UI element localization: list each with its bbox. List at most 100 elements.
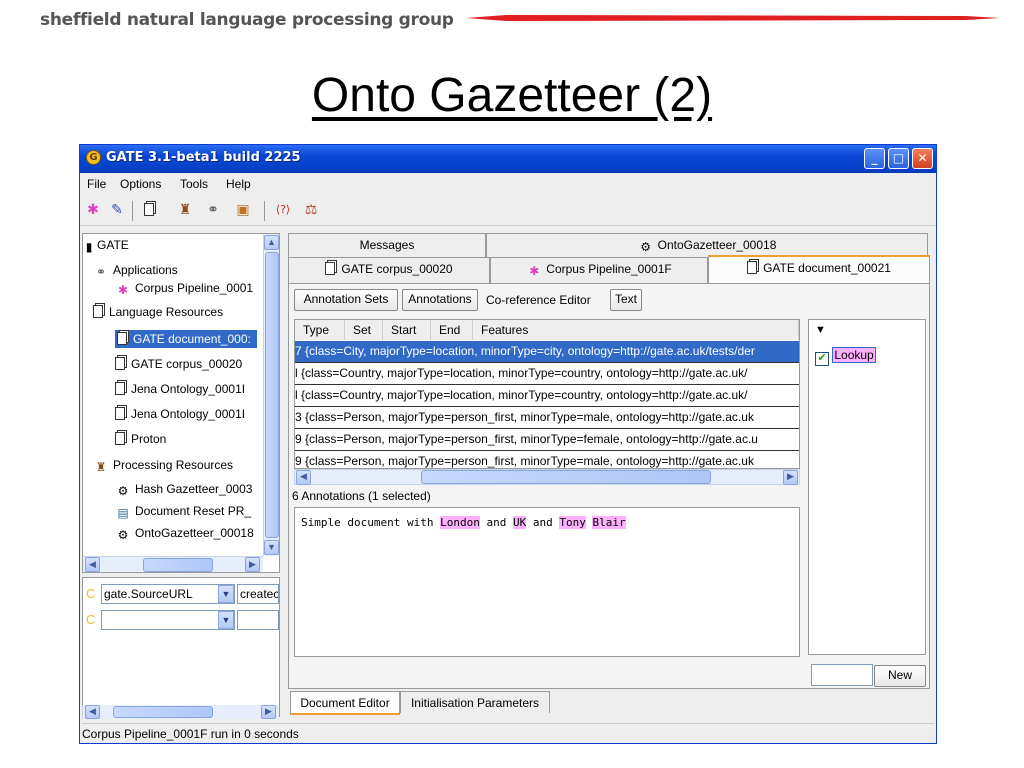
feature-key-combo[interactable]: gate.SourceURL ▼: [101, 584, 235, 604]
lookup-checkbox[interactable]: ✔: [815, 352, 829, 366]
row-features: {class=Country, majorType=location, mino…: [301, 388, 748, 402]
new-type-input[interactable]: [811, 664, 873, 686]
tree-jena-ontology-2[interactable]: Jena Ontology_0001I: [115, 407, 245, 421]
tab-initialisation-parameters-label: Initialisation Parameters: [410, 696, 540, 710]
column-type[interactable]: Type: [295, 320, 345, 340]
new-annotation-set-button[interactable]: New: [874, 665, 926, 687]
scroll-right-icon[interactable]: ▶: [261, 705, 276, 719]
scroll-left-icon[interactable]: ◀: [296, 470, 311, 485]
scroll-thumb[interactable]: [265, 252, 279, 538]
processing-resources-label: Processing Resources: [113, 458, 234, 472]
open-datastore-icon[interactable]: ▣: [234, 201, 252, 219]
table-row[interactable]: 9 {class=Person, majorType=person_first,…: [295, 429, 799, 451]
new-processing-resource-icon[interactable]: ♜: [176, 201, 194, 219]
scroll-right-icon[interactable]: ▶: [783, 470, 798, 485]
annotation-highlight-london[interactable]: London: [440, 516, 480, 529]
menu-tools[interactable]: Tools: [180, 177, 208, 191]
document-reset-icon: ▤: [117, 506, 129, 520]
new-application-icon[interactable]: ✱: [84, 201, 102, 219]
annotation-highlight-blair[interactable]: Blair: [592, 516, 626, 529]
scroll-thumb[interactable]: [113, 706, 213, 718]
tree-document-reset[interactable]: ▤ Document Reset PR_: [115, 504, 251, 520]
row-prefix: l: [295, 366, 298, 380]
new-language-resource-icon[interactable]: [140, 201, 158, 219]
tree-gate-corpus[interactable]: GATE corpus_00020: [115, 357, 242, 371]
menu-file[interactable]: File: [87, 177, 106, 191]
feature-value-field[interactable]: createc: [237, 584, 279, 604]
tab-gate-corpus[interactable]: GATE corpus_00020: [288, 257, 490, 283]
text-button[interactable]: Text: [610, 289, 642, 311]
status-text: Corpus Pipeline_0001F run in 0 seconds: [82, 727, 299, 741]
tab-initialisation-parameters[interactable]: Initialisation Parameters: [400, 691, 550, 713]
row-prefix: 3: [295, 410, 302, 424]
annotation-highlight-uk[interactable]: UK: [512, 516, 527, 529]
tree-root[interactable]: ▮ GATE: [85, 238, 129, 254]
new-feature-key-combo[interactable]: ▼: [101, 610, 235, 630]
scroll-thumb[interactable]: [143, 558, 213, 572]
lookup-type-row[interactable]: ✔ Lookup: [815, 347, 876, 366]
gate-window: G GATE 3.1-beta1 build 2225 _ □ ✕ File O…: [79, 144, 937, 744]
table-row[interactable]: 7 {class=City, majorType=location, minor…: [295, 341, 799, 363]
maximize-button[interactable]: □: [888, 148, 909, 169]
column-features[interactable]: Features: [473, 320, 799, 340]
jena-ontology-1-label: Jena Ontology_0001I: [131, 382, 246, 396]
coreference-editor-button[interactable]: Co-reference Editor: [486, 293, 591, 307]
menu-options[interactable]: Options: [120, 177, 161, 191]
minimize-button[interactable]: _: [864, 148, 885, 169]
tab-document-editor-label: Document Editor: [300, 696, 390, 710]
tree-corpus-pipeline[interactable]: ✱ Corpus Pipeline_0001: [115, 281, 253, 297]
table-row[interactable]: 9 {class=Person, majorType=person_first,…: [295, 451, 799, 468]
title-bar[interactable]: G GATE 3.1-beta1 build 2225 _ □ ✕: [80, 145, 936, 173]
tree-hash-gazetteer[interactable]: ⚙ Hash Gazetteer_0003: [115, 482, 253, 498]
tab-onto-gazetteer[interactable]: ⚙ OntoGazetteer_00018: [486, 233, 928, 257]
scroll-thumb[interactable]: [421, 470, 711, 484]
column-set[interactable]: Set: [345, 320, 383, 340]
tree-proton[interactable]: Proton: [115, 432, 166, 446]
tree-applications[interactable]: ⚭ Applications: [93, 263, 178, 279]
scroll-left-icon[interactable]: ◀: [85, 557, 100, 572]
tab-messages[interactable]: Messages: [288, 233, 486, 257]
corpus-icon: [325, 262, 336, 275]
toolbar-separator: [132, 201, 133, 221]
document-text-area[interactable]: Simple document with London and UK and T…: [294, 507, 800, 657]
tab-document-editor[interactable]: Document Editor: [290, 691, 400, 715]
tree-horizontal-scrollbar[interactable]: ◀ ▶: [83, 556, 263, 572]
scroll-left-icon[interactable]: ◀: [85, 705, 100, 719]
annotation-sets-button[interactable]: Annotation Sets: [294, 289, 398, 311]
help-icon[interactable]: ⟨?⟩: [274, 201, 292, 219]
chevron-down-icon[interactable]: ▼: [218, 611, 234, 629]
chevron-down-icon[interactable]: ▼: [218, 585, 234, 603]
tab-gate-document[interactable]: GATE document_00021: [708, 255, 930, 283]
scroll-up-icon[interactable]: ▲: [264, 235, 279, 250]
tree-gate-document[interactable]: GATE document_000:: [115, 330, 257, 348]
tree-onto-gazetteer[interactable]: ⚙ OntoGazetteer_00018: [115, 526, 254, 542]
scroll-right-icon[interactable]: ▶: [245, 557, 260, 572]
menu-help[interactable]: Help: [226, 177, 251, 191]
tree-vertical-scrollbar[interactable]: ▲ ▼: [263, 234, 279, 556]
table-horizontal-scrollbar[interactable]: ◀ ▶: [294, 469, 800, 485]
table-row[interactable]: l {class=Country, majorType=location, mi…: [295, 385, 799, 407]
document-icon: [747, 261, 758, 274]
ontology-tool-icon[interactable]: ⚖: [302, 201, 320, 219]
annotations-button[interactable]: Annotations: [402, 289, 478, 311]
scroll-down-icon[interactable]: ▼: [264, 540, 279, 555]
tree-jena-ontology-1[interactable]: Jena Ontology_0001I: [115, 382, 245, 396]
new-feature-value-field[interactable]: [237, 610, 279, 630]
table-row[interactable]: l {class=Country, majorType=location, mi…: [295, 363, 799, 385]
table-row[interactable]: 3 {class=Person, majorType=person_first,…: [295, 407, 799, 429]
expand-set-icon[interactable]: ▼: [815, 324, 826, 336]
close-button[interactable]: ✕: [912, 148, 933, 169]
tree-language-resources[interactable]: Language Resources: [93, 305, 223, 319]
ontology-icon: [115, 382, 125, 395]
column-end[interactable]: End: [431, 320, 473, 340]
tab-corpus-pipeline[interactable]: ✱ Corpus Pipeline_0001F: [490, 257, 708, 283]
column-start[interactable]: Start: [383, 320, 431, 340]
hash-gazetteer-label: Hash Gazetteer_0003: [135, 482, 253, 496]
annotation-highlight-tony[interactable]: Tony: [559, 516, 586, 529]
load-plugin-icon[interactable]: ✎: [108, 201, 126, 219]
datastore-icon[interactable]: ⚭: [204, 201, 222, 219]
row-features: {class=Person, majorType=person_first, m…: [305, 432, 758, 446]
feature-horizontal-scrollbar[interactable]: ◀ ▶: [82, 705, 279, 719]
tree-processing-resources[interactable]: ♜ Processing Resources: [93, 458, 233, 474]
toolbar: ✱ ✎ ♜ ⚭ ▣ ⟨?⟩ ⚖: [80, 195, 936, 226]
